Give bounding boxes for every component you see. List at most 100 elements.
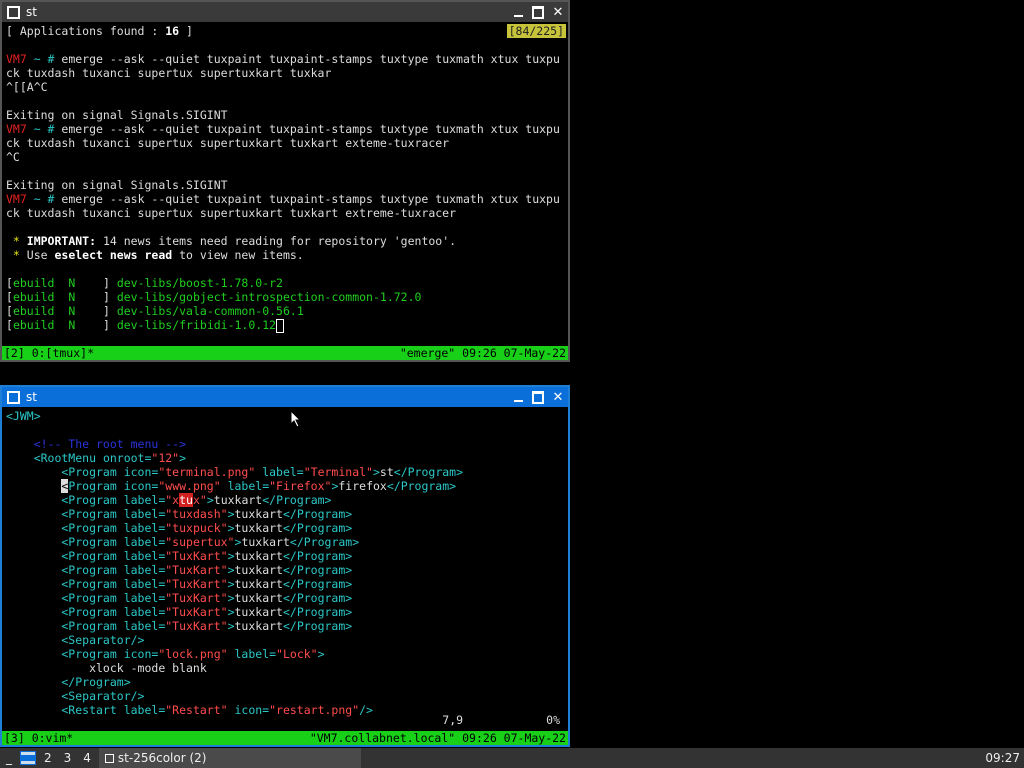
tmux-status-left: [3] 0:vim* [4, 731, 74, 745]
terminal-text: label= [220, 479, 270, 493]
terminal-line: [ebuild N ] dev-libs/vala-common-0.56.1 [6, 304, 566, 318]
terminal-text: Program [68, 479, 124, 493]
terminal-text: tuxkart [234, 577, 283, 591]
terminal-text: </Program> [282, 619, 353, 633]
terminal-text: tuxkart [234, 591, 283, 605]
terminal-text: icon= [123, 479, 159, 493]
terminal-line: </Program> [6, 675, 566, 689]
terminal-text: "www.png" [158, 479, 221, 493]
terminal-text: "TuxKart" [165, 591, 228, 605]
vim-ruler: 7,9 0% [442, 713, 560, 727]
terminal-text: "Lock" [276, 647, 318, 661]
terminal-text: ~ # [26, 122, 62, 136]
terminal-text: [ [6, 304, 13, 318]
terminal-text: </Program> [282, 563, 353, 577]
terminal-text: </Program> [282, 521, 353, 535]
terminal-text: > [227, 549, 235, 563]
terminal-text: [ Applications found : [6, 24, 166, 38]
terminal-text: ck tuxdash tuxanci supertux supertuxkart… [6, 66, 332, 80]
terminal-text: <Program [6, 535, 124, 549]
terminal-text: tu [179, 493, 193, 507]
desktop-button-3[interactable]: 3 [58, 748, 78, 768]
terminal-text: <Program [6, 563, 124, 577]
terminal-line: * Use eselect news read to view new item… [6, 248, 566, 262]
terminal-text: label= [123, 507, 166, 521]
terminal-line: <Program label="TuxKart">tuxkart</Progra… [6, 605, 566, 619]
terminal-text: </Program> [6, 675, 131, 689]
desktop-button-2[interactable]: 2 [38, 748, 58, 768]
clock[interactable]: 09:27 [979, 748, 1024, 768]
minimize-button[interactable] [508, 387, 528, 407]
desktop-pager-1[interactable] [20, 751, 36, 765]
terminal-text: ] [179, 24, 193, 38]
maximize-button[interactable] [528, 387, 548, 407]
terminal-text: "Terminal" [303, 465, 373, 479]
terminal-text: ebuild N [12, 304, 103, 318]
terminal-text: label= [123, 591, 166, 605]
terminal-text: emerge --ask --quiet tuxpaint tuxpaint-s… [61, 122, 560, 136]
terminal-text: > [227, 577, 235, 591]
terminal-text: <JWM> [6, 409, 41, 423]
terminal-line: VM7 ~ # emerge --ask --quiet tuxpaint tu… [6, 192, 566, 206]
terminal-line: <JWM> [6, 409, 566, 423]
terminal-window-bottom[interactable]: st ✕ <JWM> <!-- The root menu --> <RootM… [0, 385, 570, 747]
vim-editor-buffer[interactable]: <JWM> <!-- The root menu --> <RootMenu o… [6, 409, 566, 731]
window-icon[interactable] [7, 5, 20, 19]
text-cursor [276, 318, 285, 333]
terminal-text: dev-libs/gobject-introspection-common-1.… [116, 290, 422, 304]
root-menu-button[interactable]: _ [0, 748, 18, 768]
maximize-icon [532, 5, 544, 19]
terminal-text: label= [123, 703, 166, 717]
terminal-text: label= [123, 577, 166, 591]
terminal-text: label= [123, 521, 166, 535]
terminal-text: <Program [6, 521, 124, 535]
terminal-text: > [227, 507, 235, 521]
desktop-button-4[interactable]: 4 [77, 748, 97, 768]
title-bar[interactable]: st ✕ [2, 2, 568, 22]
terminal-output[interactable]: [ Applications found : 16 ] VM7 ~ # emerg… [6, 24, 566, 346]
terminal-text: ebuild N [12, 290, 103, 304]
terminal-line: ck tuxdash tuxanci supertux supertuxkart… [6, 206, 566, 220]
terminal-line: * IMPORTANT: 14 news items need reading … [6, 234, 566, 248]
terminal-window-top[interactable]: st ✕ [ Applications found : 16 ] VM7 ~ # … [0, 0, 570, 362]
terminal-text: dev-libs/fribidi-1.0.12 [116, 318, 277, 332]
terminal-line: <Program label="TuxKart">tuxkart</Progra… [6, 563, 566, 577]
terminal-text: tuxkart [213, 493, 263, 507]
terminal-text: tuxkart [234, 507, 283, 521]
terminal-text: "TuxKart" [165, 577, 228, 591]
minimize-button[interactable] [508, 2, 528, 22]
window-title: st [26, 5, 37, 19]
terminal-text: "terminal.png" [158, 465, 256, 479]
terminal-text: "tuxdash" [165, 507, 228, 521]
tmux-status-right: "VM7.collabnet.local" 09:26 07-May-22 [309, 731, 566, 745]
close-button[interactable]: ✕ [548, 2, 568, 22]
window-icon[interactable] [7, 390, 20, 404]
close-button[interactable]: ✕ [548, 387, 568, 407]
terminal-text: st [379, 465, 394, 479]
terminal-text: </Program> [282, 577, 353, 591]
terminal-text: /> [359, 703, 373, 717]
terminal-line: [ Applications found : 16 ] [6, 24, 566, 38]
task-label: st-256color (2) [117, 751, 207, 765]
tmux-status-bar: [3] 0:vim* "VM7.collabnet.local" 09:26 0… [2, 731, 568, 745]
terminal-text: label= [123, 563, 166, 577]
terminal-text: </Program> [282, 591, 353, 605]
terminal-text: Exiting on signal Signals.SIGINT [6, 108, 228, 122]
terminal-text: </Program> [282, 507, 353, 521]
terminal-line: <RootMenu onroot="12"> [6, 451, 566, 465]
terminal-line: Exiting on signal Signals.SIGINT [6, 108, 566, 122]
title-bar[interactable]: st ✕ [2, 387, 568, 407]
tmux-status-right: "emerge" 09:26 07-May-22 [399, 346, 566, 360]
terminal-text: "x [165, 493, 180, 507]
terminal-text: <Program [6, 591, 124, 605]
terminal-text: "tuxpuck" [165, 521, 228, 535]
window-icon [104, 753, 114, 763]
terminal-text: "TuxKart" [165, 619, 228, 633]
task-button-st[interactable]: st-256color (2) [98, 748, 361, 768]
terminal-line: xlock -mode blank [6, 661, 566, 675]
terminal-line: ^C [6, 150, 566, 164]
terminal-text: label= [123, 493, 166, 507]
terminal-text: > [206, 493, 214, 507]
tmux-status-bar: [2] 0:[tmux]* "emerge" 09:26 07-May-22 [2, 346, 568, 360]
maximize-button[interactable] [528, 2, 548, 22]
